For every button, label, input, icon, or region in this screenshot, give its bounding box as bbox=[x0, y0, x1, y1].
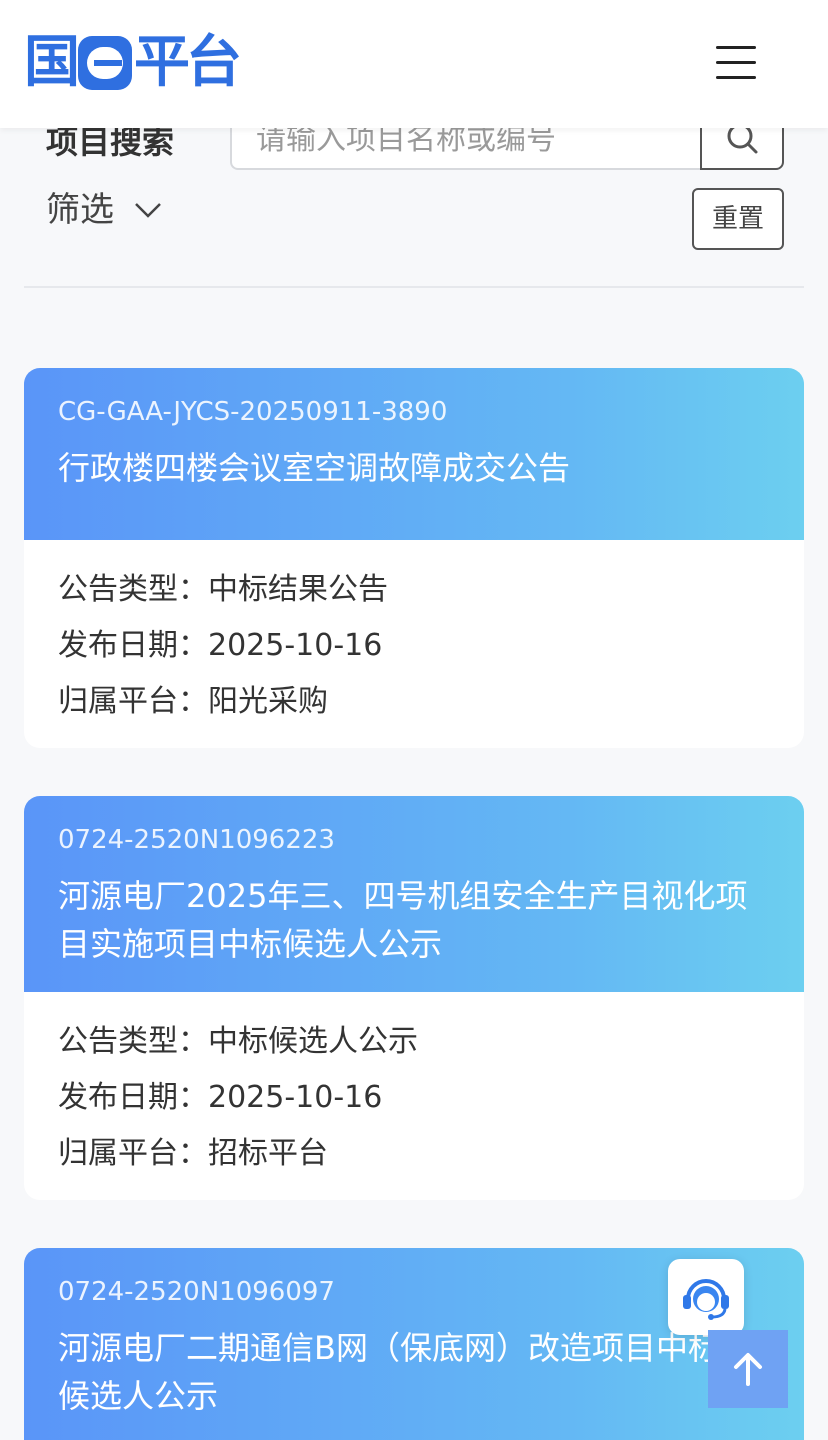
type-value: 中标候选人公示 bbox=[208, 1024, 418, 1059]
card-header: CG-GAA-JYCS-20250911-3890 行政楼四楼会议室空调故障成交… bbox=[24, 368, 804, 540]
project-code: CG-GAA-JYCS-20250911-3890 bbox=[58, 397, 448, 427]
top-header: 国 平台 bbox=[0, 0, 828, 128]
search-area: 项目搜索 筛选 重置 bbox=[0, 108, 828, 288]
platform-row: 归属平台：招标平台 bbox=[58, 1126, 770, 1182]
customer-service-icon bbox=[683, 1279, 729, 1320]
type-label: 公告类型： bbox=[58, 572, 208, 607]
back-to-top-button[interactable] bbox=[708, 1330, 788, 1408]
logo-prefix: 国 bbox=[24, 30, 80, 95]
search-label: 项目搜索 bbox=[46, 123, 175, 161]
date-value: 2025-10-16 bbox=[208, 1080, 383, 1115]
chevron-down-icon bbox=[135, 203, 161, 218]
type-label: 公告类型： bbox=[58, 1024, 208, 1059]
logo-e-mark bbox=[78, 36, 132, 90]
platform-value: 阳光采购 bbox=[208, 684, 328, 719]
site-logo[interactable]: 国 平台 bbox=[24, 30, 242, 95]
platform-row: 归属平台：阳光采购 bbox=[58, 674, 770, 730]
card-title[interactable]: 行政楼四楼会议室空调故障成交公告 bbox=[58, 444, 770, 492]
card-header: 0724-2520N1096223 河源电厂2025年三、四号机组安全生产目视化… bbox=[24, 796, 804, 992]
reset-button[interactable]: 重置 bbox=[692, 188, 784, 250]
platform-label: 归属平台： bbox=[58, 1136, 208, 1171]
divider bbox=[24, 286, 804, 288]
arrow-up-icon bbox=[734, 1353, 762, 1386]
customer-service-button[interactable] bbox=[668, 1259, 744, 1335]
date-label: 发布日期： bbox=[58, 1080, 208, 1115]
project-code: 0724-2520N1096097 bbox=[58, 1277, 335, 1307]
filter-toggle[interactable]: 筛选 bbox=[46, 188, 162, 232]
hamburger-menu-icon[interactable] bbox=[716, 44, 756, 80]
announcement-card[interactable]: CG-GAA-JYCS-20250911-3890 行政楼四楼会议室空调故障成交… bbox=[24, 368, 804, 748]
platform-label: 归属平台： bbox=[58, 684, 208, 719]
logo-suffix: 平台 bbox=[134, 30, 242, 95]
date-label: 发布日期： bbox=[58, 628, 208, 663]
date-value: 2025-10-16 bbox=[208, 628, 383, 663]
type-row: 公告类型：中标候选人公示 bbox=[58, 1014, 770, 1070]
date-row: 发布日期：2025-10-16 bbox=[58, 1070, 770, 1126]
type-value: 中标结果公告 bbox=[208, 572, 388, 607]
filter-label: 筛选 bbox=[46, 190, 114, 230]
project-code: 0724-2520N1096223 bbox=[58, 825, 335, 855]
card-body: 公告类型：中标候选人公示 发布日期：2025-10-16 归属平台：招标平台 bbox=[24, 992, 804, 1182]
type-row: 公告类型：中标结果公告 bbox=[58, 562, 770, 618]
card-body: 公告类型：中标结果公告 发布日期：2025-10-16 归属平台：阳光采购 bbox=[24, 540, 804, 730]
card-title[interactable]: 河源电厂二期通信B网（保底网）改造项目中标候选人公示 bbox=[58, 1324, 770, 1420]
platform-value: 招标平台 bbox=[208, 1136, 328, 1171]
card-title[interactable]: 河源电厂2025年三、四号机组安全生产目视化项目实施项目中标候选人公示 bbox=[58, 872, 770, 968]
announcement-card[interactable]: 0724-2520N1096223 河源电厂2025年三、四号机组安全生产目视化… bbox=[24, 796, 804, 1200]
date-row: 发布日期：2025-10-16 bbox=[58, 618, 770, 674]
